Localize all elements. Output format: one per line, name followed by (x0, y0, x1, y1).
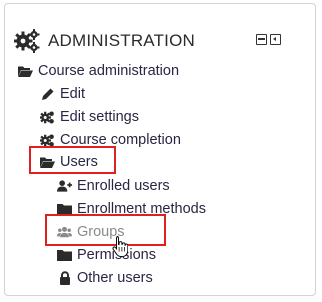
block-header: ADMINISTRATION (14, 28, 195, 54)
pencil-icon (40, 87, 55, 102)
tree-item-label: Edit settings (60, 109, 139, 125)
tree-item-edit[interactable]: Edit (40, 84, 85, 104)
tree-item-enrolled-users[interactable]: Enrolled users (57, 176, 170, 196)
folder-icon (57, 248, 72, 263)
highlight-users (29, 146, 116, 174)
highlight-groups (45, 214, 166, 246)
tree-item-edit-settings[interactable]: Edit settings (40, 107, 139, 127)
tree-item-label: Edit (60, 86, 85, 102)
minimize-icon[interactable] (256, 34, 267, 45)
folder-open-icon (18, 64, 33, 79)
cogs-icon (40, 110, 55, 125)
tree-item-permissions[interactable]: Permissions (57, 245, 156, 265)
tree-item-other-users[interactable]: Other users (57, 268, 153, 288)
tree-item-label: Course administration (38, 63, 180, 79)
tree-item-label: Enrolled users (77, 178, 170, 194)
user-plus-icon (57, 179, 72, 194)
block-title: ADMINISTRATION (48, 31, 195, 50)
cogs-icon (14, 29, 40, 53)
dock-icon[interactable] (270, 34, 281, 45)
hand-cursor-icon (112, 236, 128, 257)
tree-item-label: Other users (77, 270, 153, 286)
lock-icon (57, 271, 72, 286)
tree-item-course-administration[interactable]: Course administration (18, 61, 179, 81)
